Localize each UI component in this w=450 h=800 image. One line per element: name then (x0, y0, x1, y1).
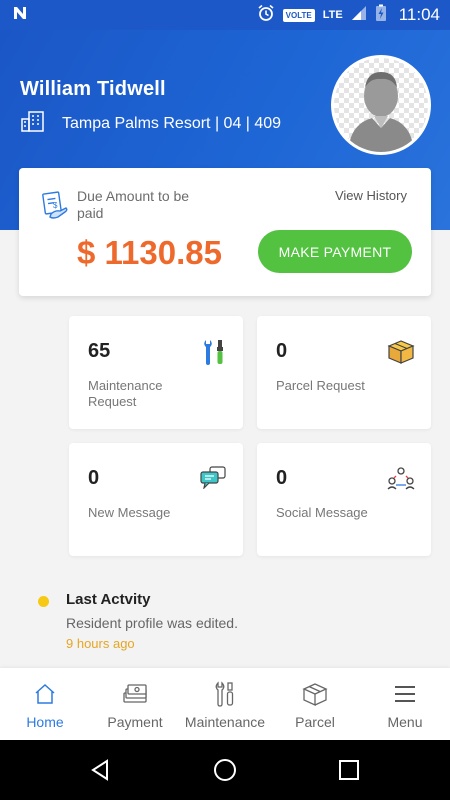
tile-new-message[interactable]: 0 New Message (69, 443, 243, 556)
nav-label: Menu (387, 714, 423, 730)
battery-icon (375, 4, 387, 26)
status-icons: VOLTE LTE 11:04 (257, 0, 440, 30)
last-activity-text: Resident profile was edited. (66, 615, 238, 631)
bottom-navigation: Home Payment Maintenance Parcel Menu (0, 668, 450, 740)
money-icon (122, 680, 148, 708)
tile-count: 0 (276, 340, 288, 362)
activity-indicator-dot (38, 596, 49, 607)
hamburger-menu-icon (393, 680, 417, 708)
tile-social-message[interactable]: 0 Social Message (257, 443, 431, 556)
signal-icon (351, 5, 367, 25)
nav-label: Parcel (295, 714, 335, 730)
location-text: Tampa Palms Resort | 04 | 409 (62, 114, 282, 132)
nav-label: Payment (107, 714, 163, 730)
bill-payment-icon: $ (41, 190, 69, 225)
social-group-icon (387, 465, 415, 496)
tile-parcel-request[interactable]: 0 Parcel Request (257, 316, 431, 429)
last-activity-time: 9 hours ago (66, 636, 135, 651)
nav-parcel[interactable]: Parcel (270, 668, 360, 740)
due-amount-card: $ Due Amount to be paid View History $ 1… (19, 168, 431, 296)
nav-menu[interactable]: Menu (360, 668, 450, 740)
due-amount-value: $ 1130.85 (77, 234, 222, 271)
chat-bubbles-icon (199, 465, 227, 494)
alarm-icon (257, 4, 275, 26)
building-icon (20, 110, 46, 137)
tools-icon (201, 338, 227, 371)
system-navigation-bar (0, 740, 450, 800)
back-icon[interactable] (88, 758, 112, 787)
tile-count: 65 (88, 340, 111, 362)
tile-label: Maintenance Request (88, 378, 163, 409)
tile-label: New Message (88, 505, 171, 520)
nav-label: Maintenance (184, 714, 266, 730)
avatar[interactable] (331, 55, 431, 155)
tile-count: 0 (276, 467, 288, 489)
svg-text:$: $ (53, 201, 58, 210)
make-payment-button[interactable]: MAKE PAYMENT (258, 230, 412, 273)
status-bar: VOLTE LTE 11:04 (0, 0, 450, 30)
tile-count: 0 (88, 467, 100, 489)
parcel-box-icon (302, 680, 328, 708)
recents-icon[interactable] (338, 759, 360, 786)
due-amount-label: Due Amount to be paid (77, 188, 190, 221)
view-history-link[interactable]: View History (335, 188, 407, 203)
tile-label: Social Message (276, 505, 368, 520)
nav-maintenance[interactable]: Maintenance (180, 668, 270, 740)
network-type: LTE (322, 9, 343, 21)
tile-label: Parcel Request (276, 378, 365, 393)
tile-maintenance-request[interactable]: 65 Maintenance Request (69, 316, 243, 429)
home-icon (33, 680, 57, 708)
clock: 11:04 (398, 5, 440, 24)
home-circle-icon[interactable] (212, 757, 238, 788)
nav-label: Home (26, 714, 64, 730)
notification-n-icon (12, 5, 28, 26)
tools-icon (213, 680, 237, 708)
volte-badge: VOLTE (282, 8, 315, 22)
nav-home[interactable]: Home (0, 668, 90, 740)
location-row: Tampa Palms Resort | 04 | 409 (20, 110, 281, 137)
parcel-box-icon (387, 338, 415, 369)
last-activity-title: Last Actvity (66, 591, 151, 608)
nav-payment[interactable]: Payment (90, 668, 180, 740)
user-name: William Tidwell (20, 78, 166, 100)
